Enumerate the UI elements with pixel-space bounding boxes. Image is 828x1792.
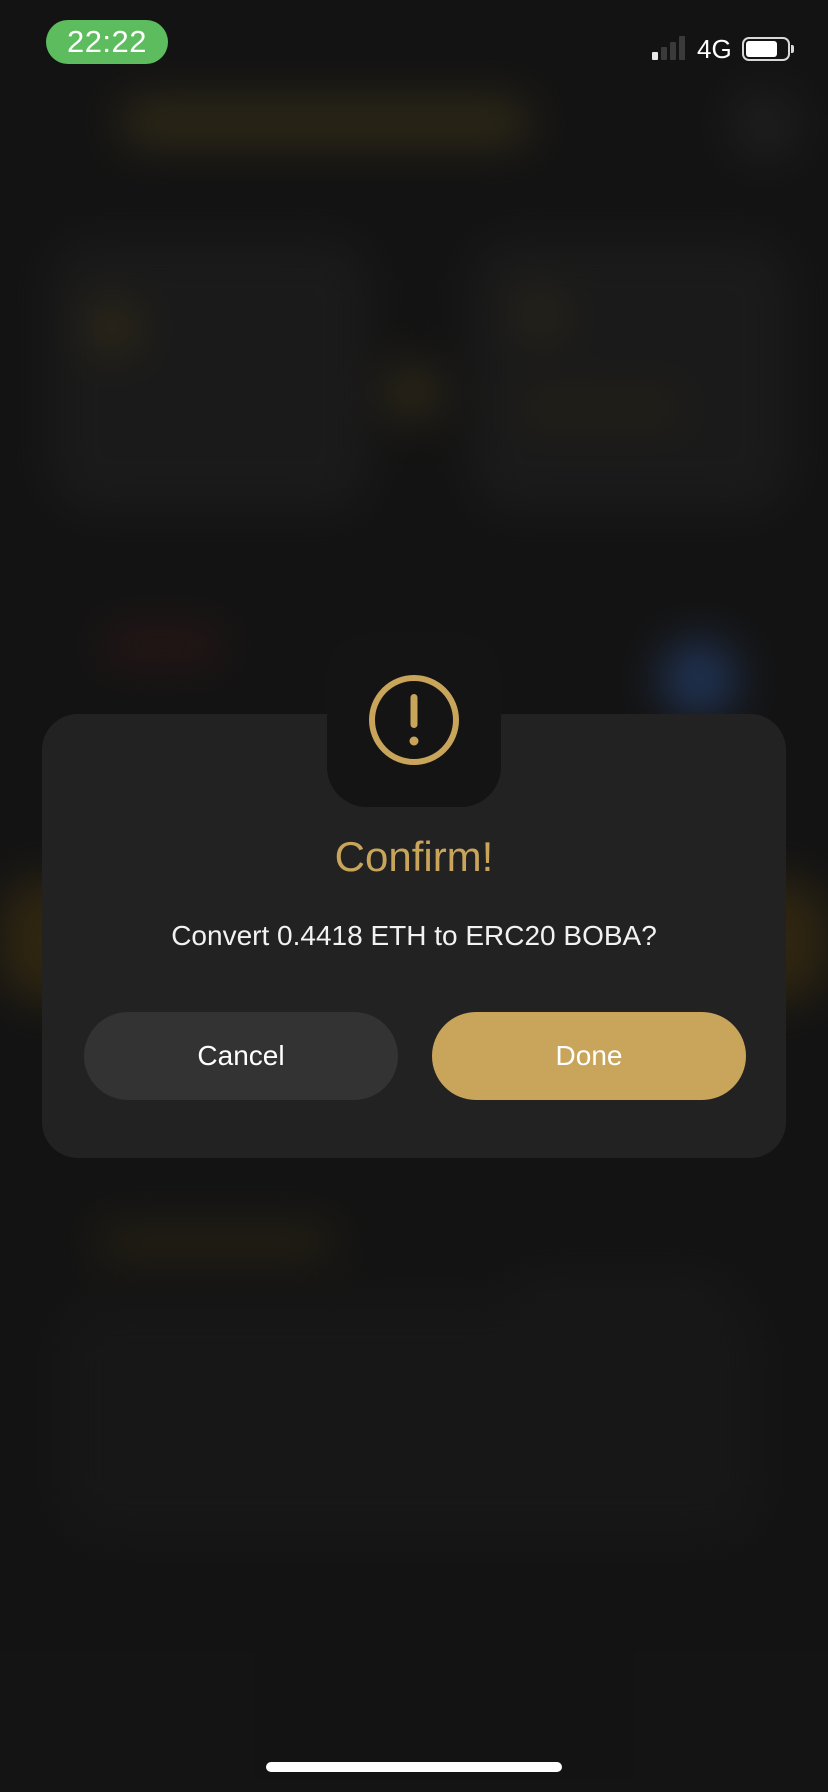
done-button[interactable]: Done	[432, 1012, 746, 1100]
status-time[interactable]: 22:22	[46, 20, 168, 64]
cancel-button[interactable]: Cancel	[84, 1012, 398, 1100]
network-type: 4G	[697, 34, 732, 64]
dialog-title: Confirm!	[334, 833, 494, 880]
battery-level	[746, 41, 777, 57]
dialog-icon-container	[327, 633, 501, 807]
dialog-message: Convert 0.4418 ETH to ERC20 BOBA?	[171, 920, 657, 951]
screen: 22:22 4G Confirm! Convert 0.4418 ETH to …	[0, 0, 828, 1792]
home-indicator[interactable]	[266, 1762, 562, 1772]
signal-strength-icon	[652, 36, 688, 60]
exclamation-circle-icon	[369, 675, 459, 765]
status-bar: 22:22 4G	[0, 0, 828, 100]
battery-icon	[742, 37, 794, 61]
